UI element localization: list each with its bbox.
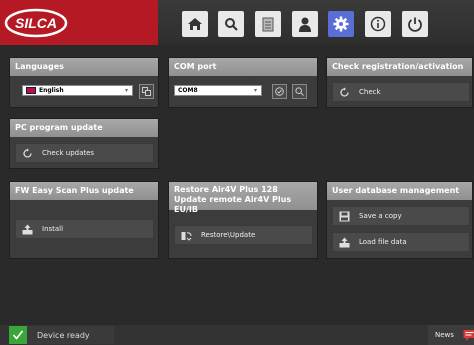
info-icon bbox=[370, 16, 386, 32]
power-icon bbox=[408, 17, 422, 32]
restore-icon bbox=[180, 229, 193, 242]
com-port-panel: COM port COM8 ▾ bbox=[168, 57, 318, 108]
user-icon bbox=[299, 17, 311, 32]
chevron-down-icon: ▾ bbox=[124, 87, 128, 94]
gear-icon bbox=[333, 16, 349, 32]
fw-update-panel: FW Easy Scan Plus update Install bbox=[9, 181, 159, 259]
languages-title: Languages bbox=[10, 58, 158, 76]
install-button[interactable]: Install bbox=[15, 219, 154, 239]
home-icon bbox=[188, 18, 202, 30]
check-circle-icon bbox=[275, 87, 284, 96]
check-updates-label: Check updates bbox=[42, 149, 95, 157]
power-button[interactable] bbox=[402, 11, 428, 37]
restore-update-button[interactable]: Restore\Update bbox=[174, 225, 313, 245]
com-port-title: COM port bbox=[169, 58, 317, 76]
chevron-down-icon: ▾ bbox=[253, 87, 257, 94]
load-file-label: Load file data bbox=[359, 238, 407, 246]
refresh-icon bbox=[21, 147, 34, 160]
search-port-button[interactable] bbox=[292, 84, 307, 99]
refresh-icon bbox=[338, 86, 351, 99]
restore-panel: Restore Air4V Plus 128 Update remote Air… bbox=[168, 181, 318, 259]
pc-update-title: PC program update bbox=[10, 119, 158, 137]
upload-icon bbox=[21, 223, 34, 236]
news-label: News bbox=[435, 331, 454, 339]
restore-title: Restore Air4V Plus 128 Update remote Air… bbox=[169, 182, 317, 214]
install-label: Install bbox=[42, 225, 64, 233]
save-copy-label: Save a copy bbox=[359, 212, 402, 220]
news-icon bbox=[463, 328, 474, 342]
com-port-select[interactable]: COM8 ▾ bbox=[174, 85, 262, 96]
upload-icon bbox=[338, 236, 351, 249]
save-copy-button[interactable]: Save a copy bbox=[332, 206, 470, 226]
registration-panel: Check registration/activation Check bbox=[326, 57, 473, 108]
languages-panel: Languages English ▾ bbox=[9, 57, 159, 108]
uk-flag-icon bbox=[26, 87, 36, 94]
news-button[interactable]: News bbox=[428, 325, 474, 345]
search-icon bbox=[225, 18, 238, 31]
language-select[interactable]: English ▾ bbox=[22, 85, 133, 96]
document-icon bbox=[262, 17, 274, 31]
save-icon bbox=[338, 210, 351, 223]
restore-label: Restore\Update bbox=[201, 231, 256, 239]
search-button[interactable] bbox=[218, 11, 244, 37]
pc-update-panel: PC program update Check updates bbox=[9, 118, 159, 169]
top-bar: SILCA bbox=[0, 0, 474, 45]
language-value: English bbox=[39, 87, 64, 94]
fw-update-title: FW Easy Scan Plus update bbox=[10, 182, 158, 200]
document-button[interactable] bbox=[255, 11, 281, 37]
user-db-title: User database management bbox=[327, 182, 472, 200]
home-button[interactable] bbox=[182, 11, 208, 37]
user-button[interactable] bbox=[292, 11, 318, 37]
check-updates-button[interactable]: Check updates bbox=[15, 143, 154, 163]
restore-title-line2: Update remote Air4V Plus EU/IB bbox=[174, 195, 292, 214]
translate-icon bbox=[142, 87, 151, 96]
info-button[interactable] bbox=[365, 11, 391, 37]
device-status: Device ready bbox=[9, 326, 114, 344]
silca-logo: SILCA bbox=[0, 0, 158, 45]
check-registration-button[interactable]: Check bbox=[332, 82, 470, 102]
check-icon bbox=[9, 326, 27, 344]
com-port-value: COM8 bbox=[178, 87, 198, 94]
translate-button[interactable] bbox=[139, 84, 154, 99]
user-db-panel: User database management Save a copy Loa… bbox=[326, 181, 473, 259]
device-ready-label: Device ready bbox=[37, 330, 90, 340]
load-file-button[interactable]: Load file data bbox=[332, 232, 470, 252]
registration-title: Check registration/activation bbox=[327, 58, 472, 76]
search-icon bbox=[295, 87, 304, 96]
check-label: Check bbox=[359, 88, 381, 96]
restore-title-line1: Restore Air4V Plus 128 bbox=[174, 185, 278, 194]
svg-text:SILCA: SILCA bbox=[15, 15, 57, 31]
validate-port-button[interactable] bbox=[272, 84, 287, 99]
settings-button[interactable] bbox=[328, 11, 354, 37]
